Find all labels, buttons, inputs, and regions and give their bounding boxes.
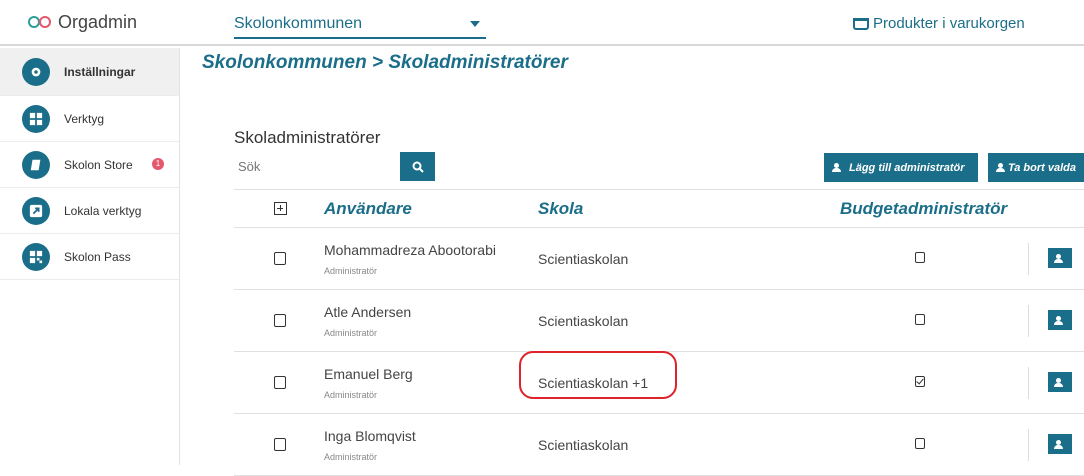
remove-selected-label: Ta bort valda (1007, 161, 1076, 174)
user-remove-icon (1053, 439, 1067, 449)
administrators-table: Användare Skola Budgetadministratör Moha… (234, 189, 1084, 476)
divider (1028, 429, 1029, 461)
column-header-budget[interactable]: Budgetadministratör (840, 199, 1007, 219)
section-title: Skoladministratörer (234, 128, 381, 147)
chevron-down-icon (470, 21, 480, 27)
top-bar: Orgadmin Skolonkommunen Produkter i varu… (0, 0, 1084, 46)
annotation-highlight (519, 351, 677, 399)
table-row: Inga Blomqvist Administratör Scientiasko… (234, 414, 1084, 476)
sidebar-item-skolon-pass[interactable]: Skolon Pass (0, 234, 179, 280)
logo-icon (28, 15, 52, 30)
organization-select-value: Skolonkommunen (234, 15, 363, 32)
user-remove-icon (1053, 377, 1067, 387)
sidebar-item-label: Lokala verktyg (64, 203, 142, 218)
remove-user-button[interactable] (1048, 310, 1072, 330)
sidebar-item-label: Skolon Store (64, 157, 133, 172)
user-name: Atle Andersen (324, 304, 412, 320)
external-link-icon (22, 196, 50, 225)
book-icon (22, 150, 50, 179)
sidebar-item-installningar[interactable]: Inställningar (0, 48, 179, 96)
add-administrator-label: Lägg till administratör (849, 161, 965, 174)
user-plus-icon (832, 163, 845, 172)
user-name: Emanuel Berg (324, 366, 413, 382)
remove-user-button[interactable] (1048, 248, 1072, 268)
qr-code-icon (22, 242, 50, 271)
sidebar: Inställningar Verktyg Skolon Store 1 Lok… (0, 48, 180, 465)
user-role: Administratör (324, 452, 378, 462)
cart-label: Produkter i varukorgen (873, 15, 1025, 32)
user-name: Inga Blomqvist (324, 428, 416, 444)
remove-selected-button[interactable]: Ta bort valda (988, 153, 1084, 182)
user-remove-icon (1053, 253, 1067, 263)
sidebar-item-label: Skolon Pass (64, 249, 131, 264)
app-title: Orgadmin (58, 12, 138, 32)
user-remove-icon (996, 163, 1005, 172)
sidebar-item-label: Inställningar (64, 64, 136, 79)
search-icon (412, 161, 424, 173)
user-role: Administratör (324, 390, 378, 400)
basket-icon (853, 17, 869, 30)
school-name: Scientiaskolan (538, 251, 629, 267)
column-header-school[interactable]: Skola (538, 199, 583, 219)
grid-icon (22, 104, 50, 133)
user-role: Administratör (324, 328, 378, 338)
add-administrator-button[interactable]: Lägg till administratör (824, 153, 978, 182)
row-select-checkbox[interactable] (274, 252, 286, 265)
breadcrumb: Skolonkommunen > Skoladministratörer (202, 52, 568, 73)
row-select-checkbox[interactable] (274, 314, 286, 327)
cart-link[interactable]: Produkter i varukorgen (853, 15, 1025, 32)
user-name: Mohammadreza Abootorabi (324, 242, 496, 258)
table-row: Mohammadreza Abootorabi Administratör Sc… (234, 228, 1084, 290)
sidebar-item-label: Verktyg (64, 111, 105, 126)
divider (1028, 305, 1029, 337)
expand-all-checkbox[interactable] (274, 202, 287, 215)
budget-admin-checkbox[interactable] (915, 252, 925, 263)
sidebar-item-lokala-verktyg[interactable]: Lokala verktyg (0, 188, 179, 234)
divider (1028, 367, 1029, 399)
user-remove-icon (1053, 315, 1067, 325)
search-button[interactable] (400, 152, 435, 181)
notification-badge: 1 (152, 158, 164, 170)
app-logo[interactable]: Orgadmin (28, 12, 137, 33)
table-row: Atle Andersen Administratör Scientiaskol… (234, 290, 1084, 352)
budget-admin-checkbox[interactable] (915, 314, 925, 325)
budget-admin-checkbox[interactable] (915, 438, 925, 449)
user-role: Administratör (324, 266, 378, 276)
school-name: Scientiaskolan (538, 313, 629, 329)
budget-admin-checkbox[interactable] (915, 376, 925, 387)
divider (1028, 243, 1029, 275)
school-name: Scientiaskolan (538, 437, 629, 453)
row-select-checkbox[interactable] (274, 376, 286, 389)
search-input[interactable] (234, 152, 400, 180)
organization-select[interactable]: Skolonkommunen (234, 11, 486, 39)
remove-user-button[interactable] (1048, 434, 1072, 454)
sidebar-item-skolon-store[interactable]: Skolon Store 1 (0, 142, 179, 188)
table-header: Användare Skola Budgetadministratör (234, 189, 1084, 228)
remove-user-button[interactable] (1048, 372, 1072, 392)
row-select-checkbox[interactable] (274, 438, 286, 451)
gear-icon (22, 57, 50, 86)
column-header-user[interactable]: Användare (324, 199, 412, 219)
sidebar-item-verktyg[interactable]: Verktyg (0, 96, 179, 142)
